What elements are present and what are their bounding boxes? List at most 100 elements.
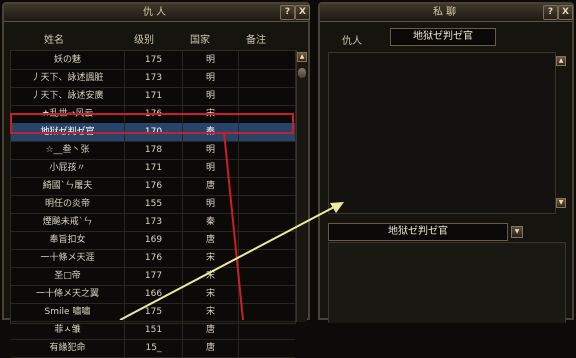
scroll-thumb[interactable] — [298, 68, 306, 78]
player-country: 宋 — [183, 285, 239, 303]
player-name: 奉旨扣女 — [11, 231, 125, 249]
player-country: 明 — [183, 159, 239, 177]
player-note — [239, 267, 295, 285]
table-row[interactable]: 綺國`ㄣ屠夫 176 唐 — [11, 177, 295, 196]
player-note — [239, 123, 295, 141]
table-row[interactable]: Smile 嘯嘯 175 宋 — [11, 303, 295, 322]
chat-input-area[interactable] — [328, 242, 566, 323]
player-level: 151 — [125, 321, 183, 339]
player-note — [239, 285, 295, 303]
player-note — [239, 105, 295, 123]
enemy-list-scrollbar[interactable]: ▲ — [296, 50, 307, 322]
table-row[interactable]: 小屁孩〃 171 明 — [11, 159, 295, 178]
player-country: 明 — [183, 69, 239, 87]
player-note — [239, 87, 295, 105]
player-country: 唐 — [183, 231, 239, 249]
player-country: 宋 — [183, 105, 239, 123]
player-level: 176 — [125, 177, 183, 195]
player-level: 175 — [125, 303, 183, 321]
player-country: 秦 — [183, 123, 239, 141]
player-name: 有緣犯命 — [11, 339, 125, 357]
chat-scroll-down-icon[interactable]: ▼ — [556, 198, 566, 208]
player-note — [239, 231, 295, 249]
player-name: Smile 嘯嘯 — [11, 303, 125, 321]
chat-scroll-up-icon[interactable]: ▲ — [556, 56, 566, 66]
enemy-table: 妖の魅 175 明丿天下、詠述諷脏 173 明丿天下、詠述安廣 171 明 ★乱世→风云 176… — [10, 50, 296, 358]
player-level: 15_ — [125, 339, 183, 357]
player-level: 169 — [125, 231, 183, 249]
player-level: 176 — [125, 105, 183, 123]
chat-message-area — [328, 52, 556, 214]
table-row[interactable]: 明任の炎帝 155 明 — [11, 195, 295, 214]
help-button[interactable]: ? — [543, 5, 558, 20]
table-row[interactable]: 菲ㅅ雏 151 唐 — [11, 321, 295, 340]
table-row[interactable]: 丿天下、詠述諷脏 173 明 — [11, 69, 295, 88]
player-note — [239, 69, 295, 87]
table-row[interactable]: 有緣犯命 15_ 唐 — [11, 339, 295, 358]
player-name: 煙飈未戒`ㄣ — [11, 213, 125, 231]
player-country: 明 — [183, 51, 239, 69]
player-name: 明任の炎帝 — [11, 195, 125, 213]
player-name: 小屁孩〃 — [11, 159, 125, 177]
table-row[interactable]: ☆__叁丶张 178 明 — [11, 141, 295, 160]
table-row[interactable]: 奉旨扣女 169 唐 — [11, 231, 295, 250]
player-note — [239, 159, 295, 177]
player-name: 丿天下、詠述安廣 — [11, 87, 125, 105]
player-country: 宋 — [183, 267, 239, 285]
player-name: 圣□帝 — [11, 267, 125, 285]
player-note — [239, 249, 295, 267]
player-name: 一十條メ天涯 — [11, 249, 125, 267]
player-country: 唐 — [183, 321, 239, 339]
player-level: 171 — [125, 159, 183, 177]
player-country: 明 — [183, 195, 239, 213]
player-note — [239, 213, 295, 231]
table-row[interactable]: 丿天下、詠述安廣 171 明 — [11, 87, 295, 106]
player-note — [239, 141, 295, 159]
player-level: 166 — [125, 285, 183, 303]
player-level: 177 — [125, 267, 183, 285]
player-note — [239, 321, 295, 339]
enemy-list-panel: 仇人 ? X 姓名 级别 国家 备注 妖の魅 175 明丿天下、詠述諷脏 173 明丿天… — [2, 2, 310, 358]
column-header-note[interactable]: 备注 — [246, 34, 266, 48]
table-row[interactable]: 一十條メ天之翼 166 宋 — [11, 285, 295, 304]
chat-recipient-field[interactable]: 地狱ゼ判ゼ官 — [328, 223, 508, 241]
player-note — [239, 51, 295, 69]
column-header-level[interactable]: 级别 — [134, 34, 154, 48]
help-button[interactable]: ? — [280, 5, 295, 20]
player-note — [239, 339, 295, 357]
player-name: 菲ㅅ雏 — [11, 321, 125, 339]
player-name: ★乱世→风云 — [11, 105, 125, 123]
column-header-country[interactable]: 国家 — [190, 34, 210, 48]
player-name: 地狱ゼ判ゼ官 — [11, 123, 125, 141]
table-row[interactable]: 煙飈未戒`ㄣ 173 秦 — [11, 213, 295, 232]
player-country: 秦 — [183, 213, 239, 231]
player-level: 175 — [125, 51, 183, 69]
table-row[interactable]: 圣□帝 177 宋 — [11, 267, 295, 286]
player-name: 丿天下、詠述諷脏 — [11, 69, 125, 87]
player-level: 155 — [125, 195, 183, 213]
player-level: 170 — [125, 123, 183, 141]
player-country: 唐 — [183, 177, 239, 195]
player-note — [239, 195, 295, 213]
player-note — [239, 303, 295, 321]
table-row[interactable]: 一十條メ天涯 176 宋 — [11, 249, 295, 268]
player-level: 173 — [125, 213, 183, 231]
player-note — [239, 177, 295, 195]
player-country: 唐 — [183, 339, 239, 357]
close-button[interactable]: X — [558, 5, 573, 20]
chat-target-label: 仇人 — [342, 36, 362, 47]
table-row[interactable]: 地狱ゼ判ゼ官 170 秦 — [11, 123, 295, 142]
player-country: 宋 — [183, 303, 239, 321]
player-country: 宋 — [183, 249, 239, 267]
player-name: 妖の魅 — [11, 51, 125, 69]
player-name: ☆__叁丶张 — [11, 141, 125, 159]
column-header-name[interactable]: 姓名 — [44, 34, 64, 48]
player-level: 173 — [125, 69, 183, 87]
player-name: 綺國`ㄣ屠夫 — [11, 177, 125, 195]
close-button[interactable]: X — [295, 5, 310, 20]
table-row[interactable]: 妖の魅 175 明 — [11, 51, 295, 70]
recipient-dropdown-icon[interactable]: ▼ — [511, 226, 523, 238]
scroll-up-icon[interactable]: ▲ — [297, 52, 307, 62]
chat-panel-title: 私聊 — [320, 4, 572, 22]
table-row[interactable]: ★乱世→风云 176 宋 — [11, 105, 295, 124]
